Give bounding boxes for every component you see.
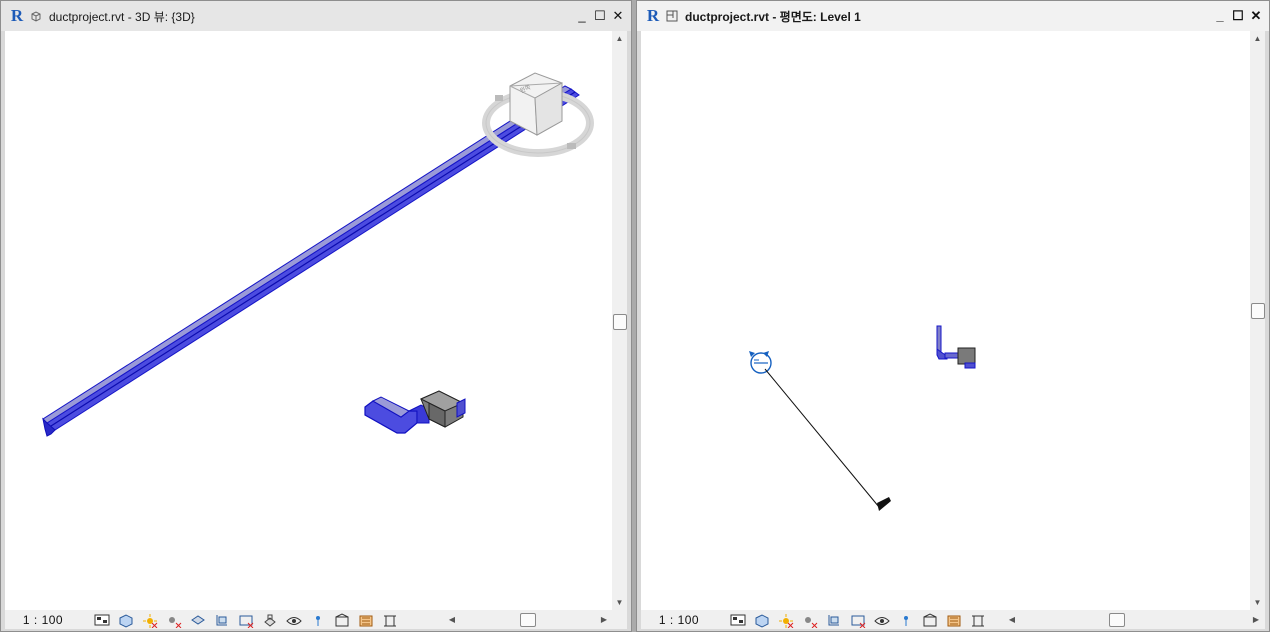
- temporary-hide-icon[interactable]: [873, 612, 891, 628]
- window-title: ductproject.rvt - 평면도: Level 1: [685, 9, 861, 24]
- horizontal-scrollbar[interactable]: ◀ ▶: [1005, 612, 1263, 627]
- vertical-scrollbar[interactable]: ▲ ▼: [1250, 31, 1265, 610]
- scroll-thumb[interactable]: [520, 613, 536, 627]
- unlock-3d-icon[interactable]: [261, 612, 279, 628]
- scroll-left-icon[interactable]: ◀: [445, 612, 459, 627]
- view-control-bar: 1 : 100 ◀ ▶: [5, 610, 627, 629]
- scroll-left-icon[interactable]: ◀: [1005, 612, 1019, 627]
- scroll-up-icon[interactable]: ▲: [1250, 31, 1265, 46]
- scroll-right-icon[interactable]: ▶: [597, 612, 611, 627]
- scroll-thumb[interactable]: [1251, 303, 1265, 319]
- reveal-constraints-icon[interactable]: [381, 612, 399, 628]
- highlight-displacement-icon[interactable]: [945, 612, 963, 628]
- shadows-icon[interactable]: [165, 612, 183, 628]
- visual-style-icon[interactable]: [753, 612, 771, 628]
- 3d-view-icon: [31, 11, 41, 22]
- visual-style-icon[interactable]: [117, 612, 135, 628]
- show-crop-icon[interactable]: [237, 612, 255, 628]
- drawing-canvas-3d[interactable]: 왼쪽: [5, 31, 612, 610]
- highlight-displacement-icon[interactable]: [357, 612, 375, 628]
- revit-app-icon: R: [646, 6, 660, 25]
- sun-path-icon[interactable]: [777, 612, 795, 628]
- view-scale[interactable]: 1 : 100: [5, 613, 81, 627]
- title-bar[interactable]: R ductproject.rvt - 3D 뷰: {3D} _ ☐ ✕: [1, 1, 631, 31]
- sun-path-icon[interactable]: [141, 612, 159, 628]
- maximize-button[interactable]: ☐: [1231, 9, 1245, 23]
- close-button[interactable]: ✕: [1249, 9, 1263, 23]
- scroll-down-icon[interactable]: ▼: [612, 595, 627, 610]
- plan-duct-assembly[interactable]: [936, 325, 976, 369]
- maximize-button[interactable]: ☐: [593, 9, 607, 23]
- close-button[interactable]: ✕: [611, 9, 625, 23]
- scroll-thumb[interactable]: [1109, 613, 1125, 627]
- elevation-marker[interactable]: [749, 351, 891, 511]
- title-bar[interactable]: R ductproject.rvt - 평면도: Level 1 _ ☐ ✕: [637, 1, 1269, 31]
- vertical-scrollbar[interactable]: ▲ ▼: [612, 31, 627, 610]
- window-title: ductproject.rvt - 3D 뷰: {3D}: [49, 9, 195, 24]
- drawing-canvas-plan[interactable]: [641, 31, 1250, 610]
- 3d-model-view: 왼쪽: [42, 72, 594, 437]
- revit-app-icon: R: [10, 6, 24, 25]
- plan-view-icon: [666, 10, 678, 22]
- scroll-right-icon[interactable]: ▶: [1249, 612, 1263, 627]
- view-control-bar: 1 : 100 ◀ ▶: [641, 610, 1265, 629]
- show-crop-icon[interactable]: [849, 612, 867, 628]
- detail-level-icon[interactable]: [93, 612, 111, 628]
- crop-view-icon[interactable]: [825, 612, 843, 628]
- view-scale[interactable]: 1 : 100: [641, 613, 717, 627]
- analytical-model-icon[interactable]: [333, 612, 351, 628]
- detail-level-icon[interactable]: [729, 612, 747, 628]
- minimize-button[interactable]: _: [1213, 9, 1227, 23]
- reveal-constraints-icon[interactable]: [969, 612, 987, 628]
- scroll-up-icon[interactable]: ▲: [612, 31, 627, 46]
- view-window-plan[interactable]: R ductproject.rvt - 평면도: Level 1 _ ☐ ✕ ▲…: [636, 0, 1270, 632]
- horizontal-scrollbar[interactable]: ◀ ▶: [445, 612, 611, 627]
- view-window-3d[interactable]: R ductproject.rvt - 3D 뷰: {3D} _ ☐ ✕ 왼쪽 …: [0, 0, 632, 632]
- scroll-down-icon[interactable]: ▼: [1250, 595, 1265, 610]
- analytical-model-icon[interactable]: [921, 612, 939, 628]
- reveal-hidden-icon[interactable]: [897, 612, 915, 628]
- temporary-hide-icon[interactable]: [285, 612, 303, 628]
- elbow-duct-assembly[interactable]: [364, 390, 466, 434]
- minimize-button[interactable]: _: [575, 9, 589, 23]
- reveal-hidden-icon[interactable]: [309, 612, 327, 628]
- crop-view-icon[interactable]: [213, 612, 231, 628]
- plan-model-view: [749, 325, 976, 511]
- scroll-thumb[interactable]: [613, 314, 627, 330]
- shadows-icon[interactable]: [801, 612, 819, 628]
- show-rendering-icon[interactable]: [189, 612, 207, 628]
- view-cube[interactable]: 왼쪽: [482, 72, 594, 157]
